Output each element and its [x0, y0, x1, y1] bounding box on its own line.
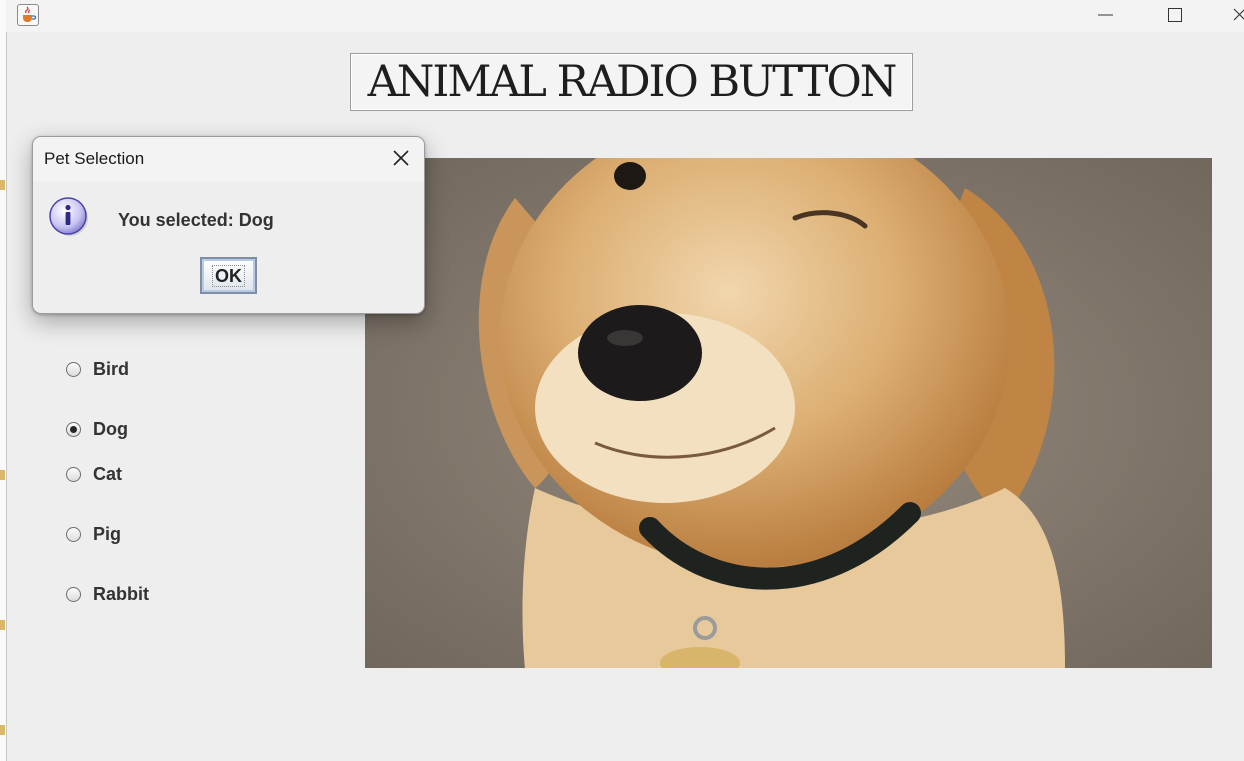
ok-button-label: OK: [212, 264, 245, 287]
radio-circle[interactable]: [66, 586, 81, 602]
minimize-button[interactable]: [1082, 0, 1128, 32]
close-icon: [1233, 8, 1244, 21]
radio-circle[interactable]: [66, 361, 81, 377]
maximize-icon: [1168, 8, 1182, 22]
dialog-message: You selected: Dog: [118, 210, 274, 230]
radio-dog[interactable]: Dog: [66, 417, 128, 441]
radio-circle[interactable]: [66, 421, 81, 437]
minimize-icon: [1098, 14, 1113, 16]
dialog-close-button[interactable]: [390, 147, 412, 169]
radio-label: Bird: [93, 358, 129, 379]
window-close-button[interactable]: [1216, 0, 1244, 32]
dialog-titlebar: Pet Selection: [33, 137, 424, 181]
maximize-button[interactable]: [1151, 0, 1197, 32]
radio-label: Dog: [93, 418, 128, 439]
pet-selection-dialog: Pet Selection You selected: Dog OK: [32, 136, 425, 314]
ok-button[interactable]: OK: [200, 257, 257, 294]
close-icon: [393, 150, 409, 166]
banner-title: ANIMAL RADIO BUTTON: [350, 53, 913, 111]
radio-label: Cat: [93, 463, 123, 484]
radio-cat[interactable]: Cat: [66, 462, 122, 486]
java-coffee-icon[interactable]: [17, 4, 39, 26]
radio-circle[interactable]: [66, 466, 81, 482]
radio-label: Rabbit: [93, 583, 149, 604]
dog-photo: [365, 158, 1212, 668]
radio-label: Pig: [93, 523, 122, 544]
radio-rabbit[interactable]: Rabbit: [66, 582, 149, 606]
radio-pig[interactable]: Pig: [66, 522, 121, 546]
info-icon: [49, 197, 89, 237]
dialog-title: Pet Selection: [44, 149, 145, 168]
radio-bird[interactable]: Bird: [66, 357, 129, 381]
window-titlebar: [6, 0, 1244, 32]
radio-circle[interactable]: [66, 526, 81, 542]
desktop-edge: [0, 0, 7, 761]
